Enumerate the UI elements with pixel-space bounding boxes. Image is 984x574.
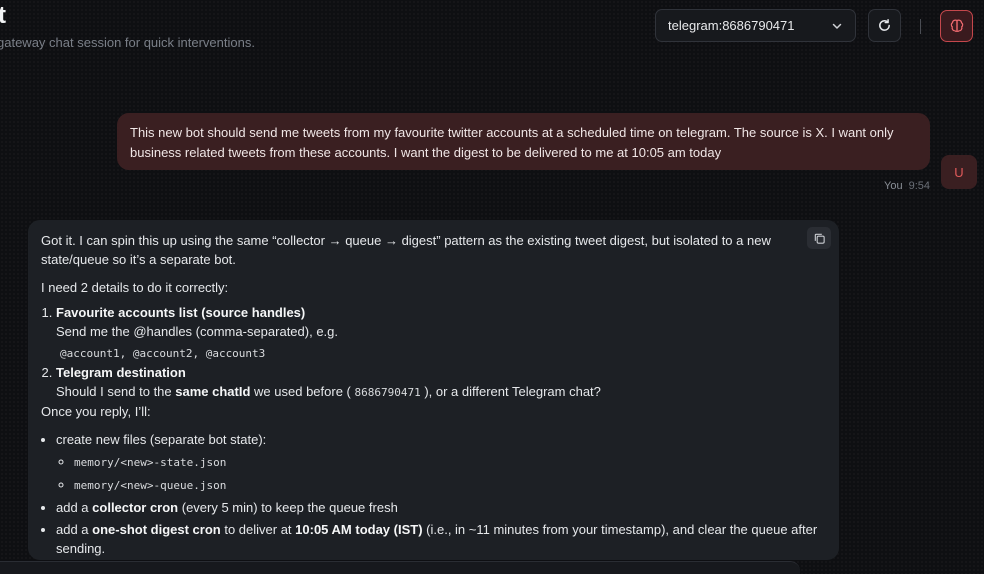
text-span: we used before ( (250, 384, 355, 399)
bold-text: 10:05 AM today (IST) (295, 522, 423, 537)
composer-edge (0, 561, 800, 574)
list-item-text: Should I send to the same chatId we used… (56, 382, 826, 402)
brain-toggle-button[interactable] (940, 10, 973, 42)
toolbar-divider (920, 19, 921, 34)
list-item: memory/<new>-queue.json (74, 475, 826, 495)
copy-icon (814, 233, 825, 244)
requirements-list: Favourite accounts list (source handles)… (41, 303, 826, 402)
action-list: create new files (separate bot state): m… (41, 430, 826, 558)
text-span: to deliver at (220, 522, 296, 537)
inline-code: memory/<new>-queue.json (74, 479, 227, 492)
inline-code: @account1, @account2, @account3 (60, 347, 266, 360)
page-subtitle: gateway chat session for quick intervent… (0, 35, 255, 50)
text-span: ), or a different Telegram chat? (420, 384, 601, 399)
user-message-bubble: This new bot should send me tweets from … (117, 113, 930, 170)
list-item-title: Favourite accounts list (source handles) (56, 305, 306, 320)
text-span: (every 5 min) to keep the queue fresh (178, 500, 398, 515)
page-title: t (0, 2, 6, 29)
list-item: create new files (separate bot state): m… (56, 430, 826, 495)
list-item: Telegram destination Should I send to th… (56, 363, 826, 402)
list-item: memory/<new>-state.json (74, 452, 826, 472)
brain-icon (950, 19, 963, 33)
session-select-value: telegram:8686790471 (668, 18, 795, 33)
inline-code: memory/<new>-state.json (74, 456, 227, 469)
list-item: Favourite accounts list (source handles)… (56, 303, 826, 363)
session-select[interactable]: telegram:8686790471 (655, 9, 856, 42)
message-time: 9:54 (908, 180, 930, 192)
assistant-paragraph: Got it. I can spin this up using the sam… (41, 233, 771, 267)
list-item: add a one-shot digest cron to deliver at… (56, 520, 826, 558)
list-item-text: Send me the @handles (comma-separated), … (56, 324, 339, 339)
list-item: add a collector cron (every 5 min) to ke… (56, 498, 826, 517)
assistant-paragraph: Once you reply, I’ll: (41, 404, 151, 419)
message-author: You (884, 180, 903, 192)
refresh-button[interactable] (868, 9, 901, 42)
bold-text: collector cron (92, 500, 179, 515)
list-item-text: create new files (separate bot state): (56, 432, 267, 447)
copy-button[interactable] (807, 227, 831, 249)
list-item-title: Telegram destination (56, 365, 186, 380)
refresh-icon (879, 18, 890, 31)
bold-text: one-shot digest cron (92, 522, 221, 537)
file-list: memory/<new>-state.json memory/<new>-que… (56, 452, 826, 495)
text-span: Should I send to the (56, 384, 176, 399)
assistant-message-bubble: Got it. I can spin this up using the sam… (28, 220, 839, 560)
inline-code: 8686790471 (354, 386, 421, 399)
bold-text: same chatId (175, 384, 251, 399)
text-span: add a (56, 522, 93, 537)
assistant-paragraph: I need 2 details to do it correctly: (41, 280, 229, 295)
chevron-down-icon (832, 23, 842, 29)
text-span: add a (56, 500, 93, 515)
user-message-meta: You 9:54 (884, 180, 930, 192)
user-avatar: U (941, 155, 977, 189)
